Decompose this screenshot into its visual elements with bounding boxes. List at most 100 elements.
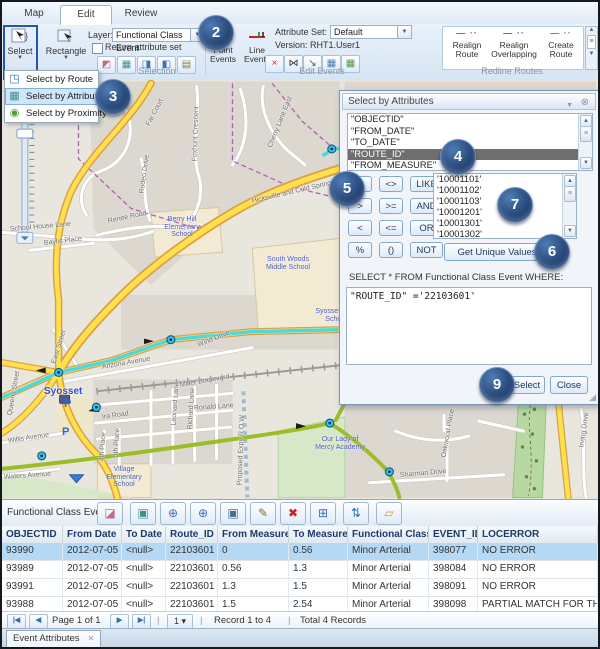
table-cell: Minor Arterial xyxy=(348,561,429,578)
dialog-resize-handle[interactable]: ◢ xyxy=(589,392,596,403)
table-cell: NO ERROR xyxy=(478,579,598,596)
record-range-label: Record 1 to 4 xyxy=(214,615,271,626)
create-route-button[interactable]: — ·· Create Route xyxy=(541,29,581,59)
realign-route-button[interactable]: — ·· Realign Route xyxy=(445,29,489,59)
column-header[interactable]: Route_ID xyxy=(166,526,218,543)
column-header[interactable]: To Measure xyxy=(289,526,348,543)
delete-record-icon[interactable]: ✖ xyxy=(280,502,306,525)
tab-event-attributes[interactable]: Event Attributes✕ xyxy=(6,630,101,648)
show-selected-icon[interactable]: ▣ xyxy=(130,502,156,525)
sort-icon[interactable]: ⇅ xyxy=(343,502,369,525)
operator-lt-button[interactable]: < xyxy=(348,220,372,236)
rectangle-select-icon xyxy=(56,27,76,46)
map-label: Village Elementary School xyxy=(96,466,152,489)
table-cell: 22103601 xyxy=(166,579,218,596)
map-label: Sharman Drive xyxy=(400,468,447,479)
field-item[interactable]: "OBJECTID" xyxy=(348,114,592,126)
tab-review[interactable]: Review xyxy=(116,5,166,23)
operator-lte-button[interactable]: <= xyxy=(379,220,403,236)
scroll-down-icon[interactable]: ▼ xyxy=(564,225,576,237)
menu-item-select-by-attributes[interactable]: ▦ Select by Attributes xyxy=(5,88,98,105)
map-label: Renee Road xyxy=(107,210,147,225)
chevron-down-icon[interactable]: ▼ xyxy=(44,56,88,61)
column-header[interactable]: From Measure xyxy=(218,526,289,543)
chevron-down-icon[interactable]: ▼ xyxy=(2,56,38,61)
zoom-to-selection-icon[interactable]: ⊕ xyxy=(160,502,186,525)
svg-text:}: } xyxy=(25,31,28,41)
close-icon[interactable]: ✕ xyxy=(88,634,95,643)
pager-separator: | xyxy=(200,615,202,626)
table-row[interactable]: 939912012-07-05<null>221036011.31.5Minor… xyxy=(2,579,598,597)
return-attribute-set-checkbox[interactable] xyxy=(92,43,103,54)
table-row[interactable]: 939902012-07-05<null>2210360100.56Minor … xyxy=(2,543,598,561)
tab-map[interactable]: Map xyxy=(14,5,54,23)
page-number-select[interactable]: 1 ▾ xyxy=(167,614,193,629)
tab-edit[interactable]: Edit xyxy=(60,5,112,25)
field-list-scrollbar[interactable]: ▲ ≡ ▼ xyxy=(578,114,592,170)
edit-record-icon[interactable]: ✎ xyxy=(250,502,276,525)
last-page-button[interactable]: ▶| xyxy=(132,614,151,629)
map-label: Wind Drive xyxy=(197,329,231,348)
values-list-scrollbar[interactable]: ▲ ≡ ▼ xyxy=(562,174,576,238)
table-cell: 93991 xyxy=(2,579,63,596)
scroll-down-icon[interactable]: ▼ xyxy=(580,157,592,169)
chevron-down-icon[interactable]: ▼ xyxy=(397,26,411,38)
map-label: Ira Road xyxy=(102,410,130,421)
where-clause-textarea[interactable]: "ROUTE_ID" ='22103601' xyxy=(346,287,592,365)
map-label: Queens Street xyxy=(7,370,22,416)
select-cursor-icon: } xyxy=(10,27,30,46)
value-item[interactable]: '10001101' xyxy=(434,174,576,185)
operator-pct-button[interactable]: % xyxy=(348,242,372,258)
dialog-menu-icon[interactable]: ▼ xyxy=(566,98,573,114)
map-label: South Woods Middle School xyxy=(260,256,316,271)
select-by-attributes-icon: ▦ xyxy=(8,90,21,103)
ribbon-scrollbar[interactable]: ▲≡▼ xyxy=(585,26,598,70)
operator-not-button[interactable]: NOT xyxy=(410,242,443,258)
attribute-set-combobox[interactable]: Default ▼ xyxy=(330,25,412,39)
dialog-close-button[interactable]: Close xyxy=(550,376,588,394)
column-header[interactable]: To Date xyxy=(122,526,166,543)
save-icon[interactable]: ▣ xyxy=(220,502,246,525)
menu-item-select-by-proximity[interactable]: ◉ Select by Proximity xyxy=(5,105,98,122)
table-row[interactable]: 939892012-07-05<null>221036010.561.3Mino… xyxy=(2,561,598,579)
callout-5: 5 xyxy=(329,171,365,207)
next-page-button[interactable]: ▶ xyxy=(110,614,129,629)
table-cell: 398077 xyxy=(429,543,478,560)
add-table-icon[interactable]: ⊞ xyxy=(310,502,336,525)
column-header[interactable]: Functional Class xyxy=(348,526,429,543)
table-cell: 0.56 xyxy=(218,561,289,578)
column-header[interactable]: From Date xyxy=(63,526,122,543)
event-table-panel: Functional Class Event ◪ ▣ ⊕ ⊕ ▣ ✎ ✖ ⊞ ⇅… xyxy=(2,499,598,629)
selection-group-label: Selection xyxy=(112,66,202,76)
menu-item-select-by-route[interactable]: ◳ Select by Route xyxy=(5,71,98,88)
operator-paren-button[interactable]: () xyxy=(379,242,403,258)
column-header[interactable]: EVENT_ID xyxy=(429,526,478,543)
table-cell: 1.5 xyxy=(289,579,348,596)
operator-gte-button[interactable]: >= xyxy=(379,198,403,214)
layer-combobox[interactable]: Functional Class Event ▼ xyxy=(112,28,205,42)
table-cell: 2012-07-05 xyxy=(63,543,122,560)
map-label: Proposed Expy R.O.W xyxy=(237,415,246,486)
callout-4: 4 xyxy=(440,139,476,175)
map-label: Willis Avenue xyxy=(7,432,49,445)
table-cell: 398091 xyxy=(429,579,478,596)
table-title: Functional Class Event xyxy=(7,507,109,518)
first-page-button[interactable]: |◀ xyxy=(7,614,26,629)
table-cell: NO ERROR xyxy=(478,561,598,578)
prev-page-button[interactable]: ◀ xyxy=(29,614,48,629)
operator-neq-button[interactable]: <> xyxy=(379,176,403,192)
dialog-close-icon[interactable]: ⊗ xyxy=(581,95,589,111)
dialog-title-bar[interactable]: Select by Attributes ▼ ⊗ xyxy=(342,93,596,110)
column-header[interactable]: OBJECTID xyxy=(2,526,63,543)
scroll-thumb[interactable]: ≡ xyxy=(580,126,592,142)
map-label: Syosset xyxy=(44,386,82,397)
app-window: Map Edit Review } Select ▼ Rectangle ▼ L… xyxy=(0,0,600,649)
column-header[interactable]: LOCERROR xyxy=(478,526,598,543)
realign-overlapping-button[interactable]: — ·· Realign Overlapping xyxy=(489,29,539,59)
clear-selection-icon[interactable]: ◪ xyxy=(97,502,123,525)
open-icon[interactable]: ▱ xyxy=(376,502,402,525)
scroll-thumb[interactable]: ≡ xyxy=(564,186,576,202)
table-cell: 22103601 xyxy=(166,543,218,560)
field-item[interactable]: "FROM_DATE" xyxy=(348,126,592,138)
pan-to-selection-icon[interactable]: ⊕ xyxy=(190,502,216,525)
